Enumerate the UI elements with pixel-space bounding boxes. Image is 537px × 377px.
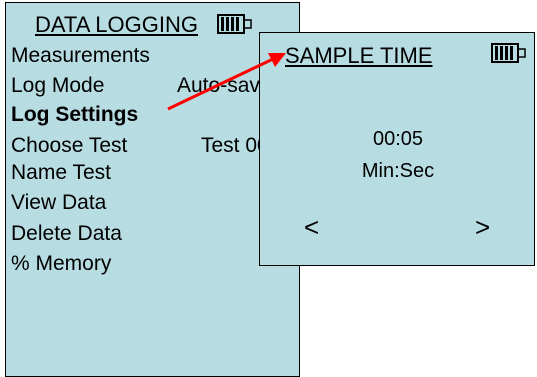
pointer-arrow <box>167 53 286 111</box>
